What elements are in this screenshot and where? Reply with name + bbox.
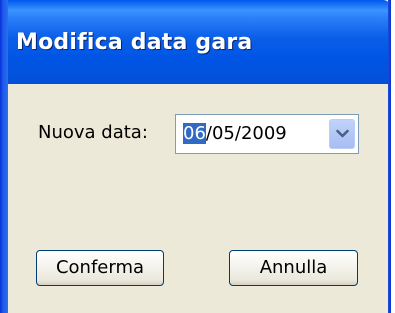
cancel-button[interactable]: Annulla xyxy=(229,250,358,286)
date-dropdown-button[interactable] xyxy=(329,119,355,149)
confirm-button[interactable]: Conferma xyxy=(36,250,164,286)
dialog-left-border xyxy=(0,0,8,313)
dialog-window: Modifica data gara Nuova data: 06/05/200… xyxy=(0,0,395,313)
date-picker[interactable]: 06/05/2009 xyxy=(175,114,359,154)
date-value[interactable]: 06/05/2009 xyxy=(183,123,287,144)
title-bar[interactable]: Modifica data gara xyxy=(0,0,391,84)
chevron-down-icon xyxy=(336,129,349,138)
dialog-title: Modifica data gara xyxy=(16,30,253,55)
date-day-selected[interactable]: 06 xyxy=(183,123,206,144)
date-rest[interactable]: /05/2009 xyxy=(206,123,287,144)
dialog-right-border xyxy=(388,0,395,313)
date-label: Nuova data: xyxy=(38,122,148,143)
